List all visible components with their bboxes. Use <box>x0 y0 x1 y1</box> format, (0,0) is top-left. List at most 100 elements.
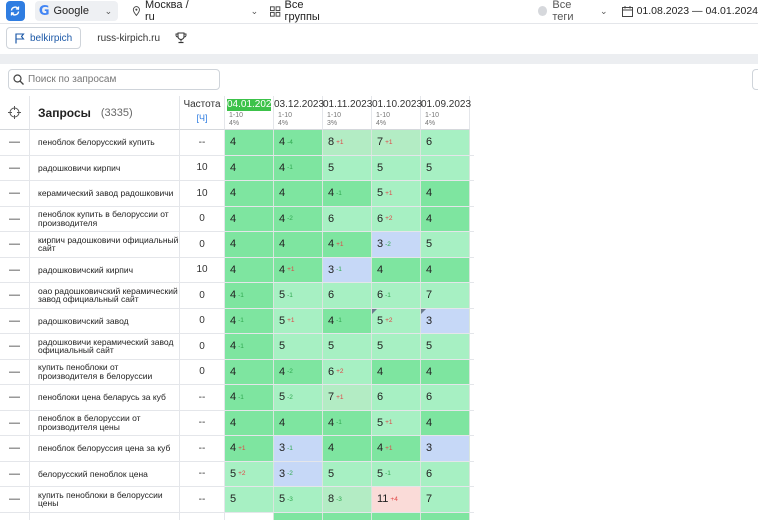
position-cell[interactable]: 4 <box>225 206 274 231</box>
position-cell[interactable]: 7 +1 <box>372 130 421 155</box>
position-cell[interactable]: 4 <box>225 359 274 384</box>
row-expand-toggle[interactable]: — <box>0 308 30 333</box>
frequency-unit[interactable]: [Ч] <box>180 113 224 123</box>
filter-box[interactable] <box>752 69 758 90</box>
queries-column-header[interactable]: Запросы (3335) <box>30 96 180 130</box>
row-expand-toggle[interactable]: — <box>0 181 30 206</box>
position-cell[interactable]: 4 <box>225 130 274 155</box>
date-column-header[interactable]: 01.11.2023 1-10 3% <box>323 96 372 130</box>
position-cell[interactable]: 5 <box>372 334 421 359</box>
position-cell[interactable]: 5 <box>421 155 470 180</box>
table-row[interactable]: — пеноблок белорусский купить -- 4 4 -4 8 +1 7 +1… <box>0 130 474 156</box>
position-cell[interactable]: 3 -1 <box>274 436 323 461</box>
position-cell[interactable]: 5 <box>323 155 372 180</box>
position-cell[interactable]: 4 -4 <box>274 130 323 155</box>
table-row[interactable]: — радошковичи кирпич 10 4 4 -1 5 5 5 <box>0 155 474 181</box>
date-column-header[interactable]: 04.01.2024 1-10 4% <box>225 96 277 130</box>
position-cell[interactable]: 6 <box>421 461 470 486</box>
row-expand-toggle[interactable]: — <box>0 283 30 308</box>
date-range-picker[interactable]: 01.08.2023 — 04.01.2024 <box>621 5 758 17</box>
position-cell[interactable]: 4 -1 <box>225 283 274 308</box>
region-dropdown[interactable]: Москва / ru ⌄ <box>132 0 258 23</box>
position-cell[interactable]: 5 +1 <box>372 410 421 435</box>
position-cell[interactable]: 3 <box>421 308 470 333</box>
position-cell[interactable]: 5 -1 <box>274 283 323 308</box>
position-cell[interactable]: 4 <box>225 155 274 180</box>
row-expand-toggle[interactable]: — <box>0 334 30 359</box>
position-cell[interactable]: 5 +1 <box>274 308 323 333</box>
table-row[interactable]: — пеноблок в белоруссии от производителя … <box>0 410 474 436</box>
position-cell[interactable]: 4 -1 <box>225 334 274 359</box>
table-row[interactable]: — пеноблок купить в белоруссии от произво… <box>0 206 474 232</box>
row-expand-toggle[interactable]: — <box>0 206 30 231</box>
position-cell[interactable]: 6 <box>323 206 372 231</box>
position-cell[interactable]: 4 <box>421 181 470 206</box>
position-cell[interactable]: 3 -2 <box>274 461 323 486</box>
table-row[interactable]: — оао радошковичский керамический завод о… <box>0 283 474 309</box>
row-expand-toggle[interactable]: — <box>0 436 30 461</box>
position-cell[interactable]: 6 <box>372 385 421 410</box>
row-expand-toggle[interactable]: — <box>0 257 30 282</box>
table-row[interactable]: — радошковичский кирпич 10 4 4 +1 3 -1 4 4 <box>0 257 474 283</box>
position-cell[interactable] <box>372 512 421 520</box>
position-cell[interactable]: 4 <box>274 232 323 257</box>
table-row[interactable]: — купить пеноблоки от производителя в бел… <box>0 359 474 385</box>
trophy-button[interactable] <box>172 29 190 47</box>
position-cell[interactable]: 7 +1 <box>323 385 372 410</box>
position-cell[interactable] <box>421 512 470 520</box>
frequency-column-header[interactable]: Частота [Ч] <box>180 96 225 130</box>
search-engine-dropdown[interactable]: G Google ⌄ <box>34 1 119 21</box>
position-cell[interactable]: 6 +2 <box>323 359 372 384</box>
row-expand-toggle[interactable]: — <box>0 359 30 384</box>
table-row[interactable]: — радошковичский завод 0 4 -1 5 +1 4 -1 5 +2 3 <box>0 308 474 334</box>
position-cell[interactable]: 4 <box>372 359 421 384</box>
position-cell[interactable]: 5 <box>421 334 470 359</box>
position-cell[interactable]: 7 <box>421 283 470 308</box>
date-column-header[interactable]: 01.09.2023 1-10 4% <box>421 96 471 130</box>
position-cell[interactable]: 4 <box>225 181 274 206</box>
position-cell[interactable]: 4 <box>421 410 470 435</box>
position-cell[interactable]: 4 <box>274 410 323 435</box>
position-cell[interactable]: 4 <box>323 436 372 461</box>
row-expand-toggle[interactable]: — <box>0 155 30 180</box>
position-cell[interactable]: 4 -2 <box>274 206 323 231</box>
position-cell[interactable]: 5 <box>323 334 372 359</box>
project-tab-russ-kirpich[interactable]: russ-kirpich.ru <box>89 27 168 49</box>
row-expand-toggle[interactable]: — <box>0 487 30 512</box>
note-marker-icon[interactable] <box>421 308 426 314</box>
position-cell[interactable]: 4 -2 <box>274 359 323 384</box>
row-expand-toggle[interactable]: — <box>0 410 30 435</box>
position-cell[interactable]: 6 <box>421 385 470 410</box>
project-tab-belkirpich[interactable]: belkirpich <box>6 27 82 49</box>
row-expand-toggle[interactable]: — <box>0 385 30 410</box>
position-cell[interactable]: 5 +2 <box>372 308 421 333</box>
position-cell[interactable]: 5 -2 <box>274 385 323 410</box>
position-cell[interactable]: 3 <box>421 436 470 461</box>
tags-dropdown[interactable]: Все теги ⌄ <box>538 0 608 23</box>
position-cell[interactable]: 4 <box>421 359 470 384</box>
position-cell[interactable]: 7 <box>421 487 470 512</box>
position-cell[interactable]: 5 +2 <box>225 461 274 486</box>
position-cell[interactable]: 4 <box>225 232 274 257</box>
position-cell[interactable]: 5 <box>372 155 421 180</box>
position-cell[interactable]: 6 -1 <box>372 283 421 308</box>
position-cell[interactable]: 5 -1 <box>372 461 421 486</box>
groups-dropdown[interactable]: Все группы <box>270 0 338 23</box>
position-cell[interactable]: 5 <box>274 334 323 359</box>
position-cell[interactable]: 4 +1 <box>225 436 274 461</box>
position-cell[interactable]: 4 <box>421 206 470 231</box>
table-row[interactable]: — пеноблоки цена беларусь за куб -- 4 -1 5 -2 7… <box>0 385 474 411</box>
table-row[interactable]: — белорусский пеноблок цена -- 5 +2 3 -2 5 5 -1 6 <box>0 461 474 487</box>
refresh-button[interactable] <box>6 1 25 21</box>
date-column-header[interactable]: 03.12.2023 1-10 4% <box>274 96 324 130</box>
position-cell[interactable] <box>323 512 372 520</box>
position-cell[interactable]: 4 +1 <box>372 436 421 461</box>
table-row[interactable]: — керамический завод радошковичи 10 4 4 4 -1 5 +… <box>0 181 474 207</box>
position-cell[interactable]: 6 <box>421 130 470 155</box>
position-cell[interactable]: 4 -1 <box>323 181 372 206</box>
position-cell[interactable]: 4 +1 <box>274 257 323 282</box>
position-cell[interactable]: 4 -1 <box>225 385 274 410</box>
position-cell[interactable]: 5 -3 <box>274 487 323 512</box>
position-cell[interactable]: 5 <box>421 232 470 257</box>
position-cell[interactable]: 4 -1 <box>323 410 372 435</box>
